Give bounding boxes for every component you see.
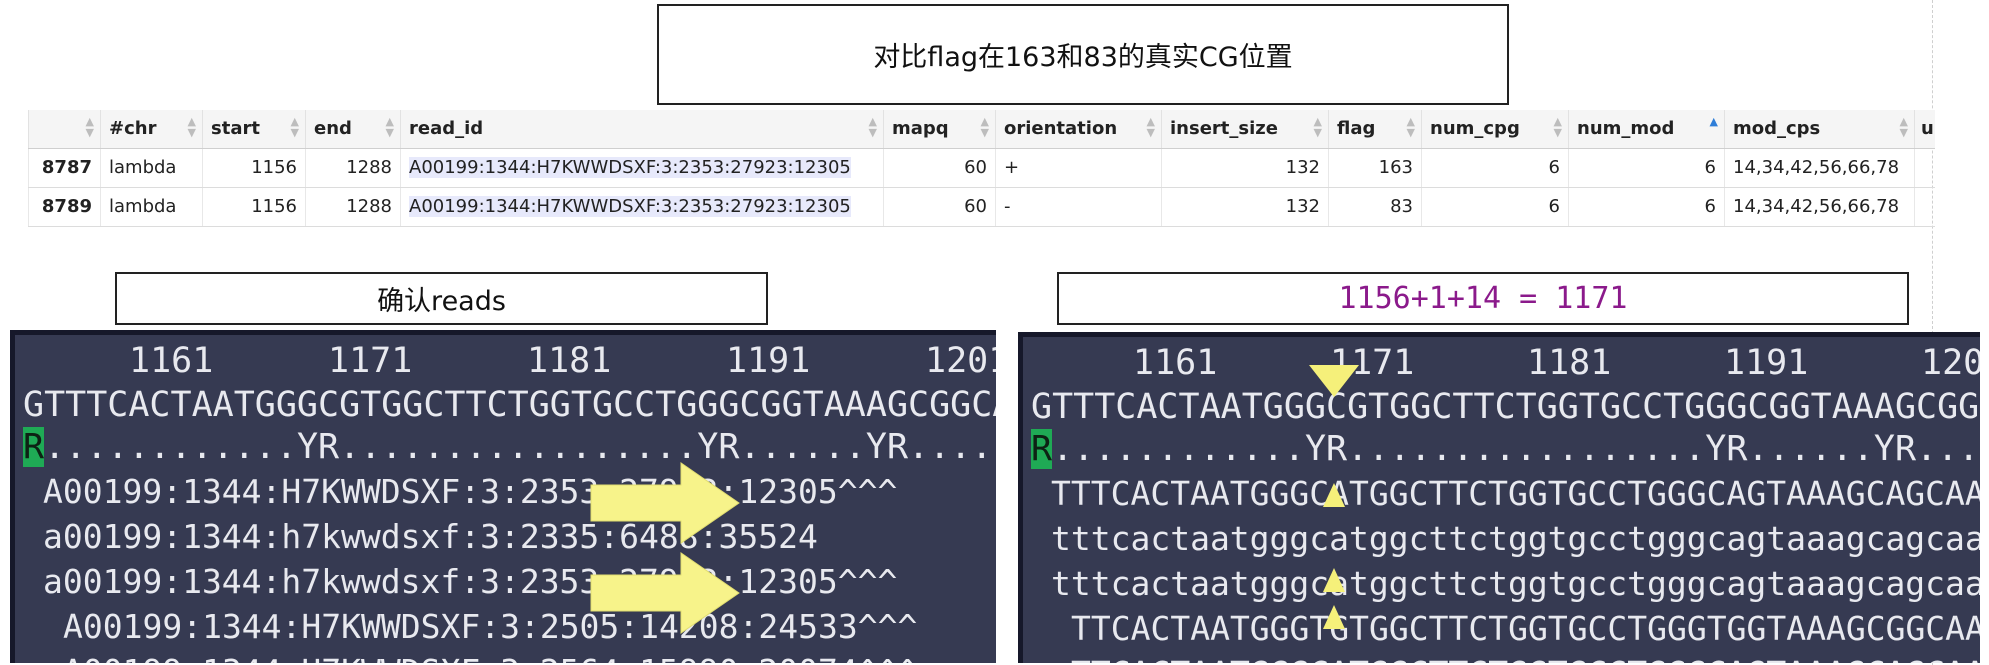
sort-icon[interactable]: ▲ ▼ <box>386 116 394 138</box>
cell-read-id: A00199:1344:H7KWWDSXF:3:2353:27923:12305 <box>400 187 884 227</box>
cell-end: 1288 <box>305 187 401 227</box>
formula-label: 1156+1+14 = 1171 <box>1338 281 1628 316</box>
triangle-down-marker <box>1309 365 1359 397</box>
triangle-up-marker <box>1323 483 1345 507</box>
cell-orientation: + <box>995 148 1162 188</box>
sort-icon[interactable]: ▲ ▼ <box>869 116 877 138</box>
sort-icon[interactable]: ▲ ▼ <box>1407 116 1415 138</box>
column-header-mapq[interactable]: mapq ▲ ▼ <box>883 110 996 149</box>
cell-num-mod: 6 <box>1568 148 1725 188</box>
cell-end: 1288 <box>305 148 401 188</box>
cell-flag: 83 <box>1328 187 1422 227</box>
cell-read-id: A00199:1344:H7KWWDSXF:3:2353:27923:12305 <box>400 148 884 188</box>
cell-insert-size: 132 <box>1161 187 1329 227</box>
sort-icon[interactable]: ▲ ▼ <box>291 116 299 138</box>
column-header-num-cpg[interactable]: num_cpg ▲ ▼ <box>1421 110 1569 149</box>
column-header-orientation[interactable]: orientation ▲ ▼ <box>995 110 1162 149</box>
arrow-overlay <box>590 462 740 634</box>
column-header-num-mod[interactable]: num_mod ▲ <box>1568 110 1725 149</box>
cell-num-cpg: 6 <box>1421 148 1569 188</box>
sort-icon[interactable]: ▲ ▼ <box>1900 116 1908 138</box>
sort-icon[interactable]: ▲ ▼ <box>188 116 196 138</box>
column-header-end[interactable]: end ▲ ▼ <box>305 110 401 149</box>
column-header-read-id[interactable]: read_id ▲ ▼ <box>400 110 884 149</box>
cell-orientation: - <box>995 187 1162 227</box>
igv-panel-right[interactable]: 1161 1171 1181 1191 1201 GTTTCACTAATGGGC… <box>1018 332 1980 663</box>
column-header-index[interactable]: ▲ ▼ <box>28 110 101 149</box>
arrow-shape <box>590 462 740 544</box>
left-label-box: 确认reads <box>115 272 768 325</box>
cell-flag: 163 <box>1328 148 1422 188</box>
arrow-shape <box>590 552 740 634</box>
right-label-box: 1156+1+14 = 1171 <box>1057 272 1909 325</box>
data-table: ▲ ▼ #chr ▲ ▼ start ▲ ▼ end ▲ ▼ read_id ▲ ▼ mapq ▲ ▼… <box>28 110 1935 227</box>
igv-panel-left[interactable]: 1161 1171 1181 1191 1201 GTTTCACTAATGGGC… <box>10 330 996 663</box>
cell-index: 8787 <box>28 148 101 188</box>
column-header-mod-cps[interactable]: mod_cps ▲ ▼ <box>1724 110 1915 149</box>
cell-chr: lambda <box>100 187 203 227</box>
column-header-insert-size[interactable]: insert_size ▲ ▼ <box>1161 110 1329 149</box>
cell-insert-size: 132 <box>1161 148 1329 188</box>
cell-mod-cps: 14,34,42,56,66,78 <box>1724 187 1915 227</box>
sort-icon[interactable]: ▲ ▼ <box>981 116 989 138</box>
table-header-row: ▲ ▼ #chr ▲ ▼ start ▲ ▼ end ▲ ▼ read_id ▲ ▼ mapq ▲ ▼… <box>28 110 1935 149</box>
column-header-flag[interactable]: flag ▲ ▼ <box>1328 110 1422 149</box>
left-label: 确认reads <box>377 286 506 317</box>
cell-index: 8789 <box>28 187 101 227</box>
cell-truncated <box>1914 148 1935 188</box>
triangle-overlay <box>1309 365 1359 629</box>
table-row[interactable]: 8789 lambda 1156 1288 A00199:1344:H7KWWD… <box>28 187 1935 227</box>
sort-ascending-icon[interactable]: ▲ <box>1710 116 1718 127</box>
triangle-up-marker <box>1323 568 1345 592</box>
title-box: 对比flag在163和83的真实CG位置 <box>657 4 1509 105</box>
column-header-start[interactable]: start ▲ ▼ <box>202 110 306 149</box>
cell-chr: lambda <box>100 148 203 188</box>
page-title: 对比flag在163和83的真实CG位置 <box>873 42 1293 73</box>
sort-icon[interactable]: ▲ ▼ <box>1554 116 1562 138</box>
cell-start: 1156 <box>202 187 306 227</box>
table-row[interactable]: 8787 lambda 1156 1288 A00199:1344:H7KWWD… <box>28 148 1935 188</box>
cell-mapq: 60 <box>883 187 996 227</box>
column-header-chr[interactable]: #chr ▲ ▼ <box>100 110 203 149</box>
cell-start: 1156 <box>202 148 306 188</box>
sort-icon[interactable]: ▲ ▼ <box>1147 116 1155 138</box>
cell-num-cpg: 6 <box>1421 187 1569 227</box>
cell-truncated <box>1914 187 1935 227</box>
cell-mapq: 60 <box>883 148 996 188</box>
column-header-truncated[interactable]: u <box>1914 110 1935 149</box>
cell-num-mod: 6 <box>1568 187 1725 227</box>
sort-icon[interactable]: ▲ ▼ <box>1314 116 1322 138</box>
sort-icon[interactable]: ▲ ▼ <box>86 116 94 138</box>
cell-mod-cps: 14,34,42,56,66,78 <box>1724 148 1915 188</box>
triangle-up-marker <box>1323 605 1345 629</box>
